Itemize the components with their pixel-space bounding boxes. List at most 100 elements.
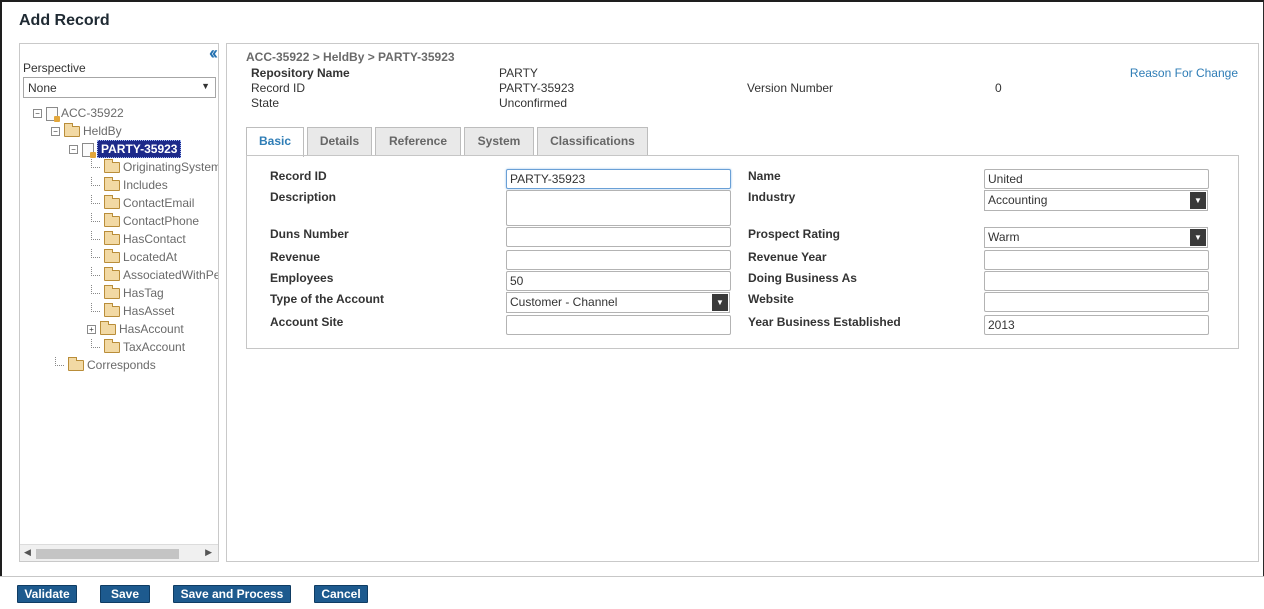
footer-bar: Validate Save Save and Process Cancel [0,576,1264,609]
folder-icon [64,123,80,138]
basic-form: Record ID PARTY-35923 Description Duns N… [246,155,1239,349]
type-of-account-select[interactable]: Customer - Channel ▼ [506,292,730,313]
description-label: Description [270,190,337,204]
doing-business-as-label: Doing Business As [748,271,857,285]
website-label: Website [748,292,794,306]
record-id-field[interactable]: PARTY-35923 [506,169,731,189]
tree-node-hasasset[interactable]: HasAsset [91,302,174,320]
account-site-field[interactable] [506,315,731,335]
scrollbar-thumb[interactable] [36,549,179,559]
folder-icon [104,249,120,264]
breadcrumb: ACC-35922 > HeldBy > PARTY-35923 [246,50,455,64]
tree-node-associatedwith[interactable]: AssociatedWithPe [91,266,218,284]
tree-node-heldby[interactable]: − HeldBy [51,122,122,140]
tree-node-taxaccount[interactable]: TaxAccount [91,338,185,356]
year-established-field[interactable]: 2013 [984,315,1209,335]
folder-icon [104,267,120,282]
dropdown-arrow-icon[interactable]: ▼ [1190,192,1206,209]
industry-select[interactable]: Accounting ▼ [984,190,1208,211]
record-id-label: Record ID [270,169,327,183]
folder-icon [104,213,120,228]
collapse-icon[interactable]: − [69,145,78,155]
tab-classifications[interactable]: Classifications [537,127,648,156]
record-tree: − ACC-35922 − HeldBy − PARTY-35923 Originat… [20,104,218,544]
save-button[interactable]: Save [100,585,150,603]
window-title: Add Record [19,12,110,29]
perspective-select[interactable]: None ▼ [23,77,216,98]
employees-field[interactable]: 50 [506,271,731,291]
duns-number-field[interactable] [506,227,731,247]
scroll-left-icon[interactable]: ◀ [24,547,31,558]
description-field[interactable] [506,190,731,226]
revenue-field[interactable] [506,250,731,270]
save-and-process-button[interactable]: Save and Process [173,585,291,603]
scroll-right-icon[interactable]: ▶ [205,547,212,558]
tree-node-hastag[interactable]: HasTag [91,284,164,302]
validate-button[interactable]: Validate [17,585,77,603]
tab-basic[interactable]: Basic [246,127,304,157]
dropdown-arrow-icon[interactable]: ▼ [712,294,728,311]
record-id-header-label: Record ID [251,81,306,95]
type-of-account-label: Type of the Account [270,292,384,306]
prospect-rating-label: Prospect Rating [748,227,841,241]
record-panel: ACC-35922 > HeldBy > PARTY-35923 Reposit… [226,43,1259,562]
tree-panel: ‹‹ Perspective None ▼ − ACC-35922 − HeldBy… [19,43,219,562]
prospect-rating-select[interactable]: Warm ▼ [984,227,1208,248]
folder-icon [104,177,120,192]
name-field[interactable]: United [984,169,1209,189]
tree-node-party[interactable]: − PARTY-35923 [69,140,182,158]
record-icon [46,106,60,122]
revenue-year-field[interactable] [984,250,1209,270]
folder-icon [104,303,120,318]
folder-icon [100,321,116,336]
prospect-rating-value: Warm [988,230,1020,244]
dropdown-arrow-icon: ▼ [201,81,210,91]
tab-reference[interactable]: Reference [375,127,461,156]
tree-node-hasaccount[interactable]: + HasAccount [87,320,184,338]
tree-node-locatedat[interactable]: LocatedAt [91,248,177,266]
folder-icon [104,195,120,210]
cancel-button[interactable]: Cancel [314,585,368,603]
name-label: Name [748,169,781,183]
tree-node-corresponds[interactable]: Corresponds [55,356,156,374]
folder-icon [104,339,120,354]
perspective-label: Perspective [23,61,86,75]
revenue-label: Revenue [270,250,321,264]
collapse-icon[interactable]: − [33,109,42,119]
repository-name-value: PARTY [499,66,538,80]
perspective-value: None [28,81,57,95]
type-of-account-value: Customer - Channel [510,295,618,309]
folder-icon [68,357,84,372]
website-field[interactable] [984,292,1209,312]
tree-node-hascontact[interactable]: HasContact [91,230,186,248]
record-id-header-value: PARTY-35923 [499,81,575,95]
dropdown-arrow-icon[interactable]: ▼ [1190,229,1206,246]
industry-value: Accounting [988,193,1048,207]
version-number-label: Version Number [747,81,834,95]
folder-icon [104,159,120,174]
year-established-label: Year Business Established [748,315,901,329]
state-label: State [251,96,280,110]
tree-node-contactphone[interactable]: ContactPhone [91,212,199,230]
tree-node-acc[interactable]: − ACC-35922 [33,104,124,122]
reason-for-change-link[interactable]: Reason For Change [1130,66,1238,80]
tab-details[interactable]: Details [307,127,372,156]
industry-label: Industry [748,190,796,204]
tree-node-originatingsystem[interactable]: OriginatingSystem [91,158,218,176]
tree-node-contactemail[interactable]: ContactEmail [91,194,194,212]
account-site-label: Account Site [270,315,344,329]
version-number-value: 0 [995,81,1002,95]
horizontal-scrollbar[interactable]: ◀ ▶ [20,544,218,561]
tree-node-includes[interactable]: Includes [91,176,168,194]
folder-icon [104,285,120,300]
folder-icon [104,231,120,246]
employees-label: Employees [270,271,334,285]
repository-name-label: Repository Name [251,66,350,80]
revenue-year-label: Revenue Year [748,250,827,264]
doing-business-as-field[interactable] [984,271,1209,291]
collapse-icon[interactable]: − [51,127,60,137]
tab-system[interactable]: System [464,127,534,156]
double-chevron-left-icon[interactable]: ‹‹ [209,44,218,62]
record-icon [82,142,96,158]
expand-icon[interactable]: + [87,325,96,335]
